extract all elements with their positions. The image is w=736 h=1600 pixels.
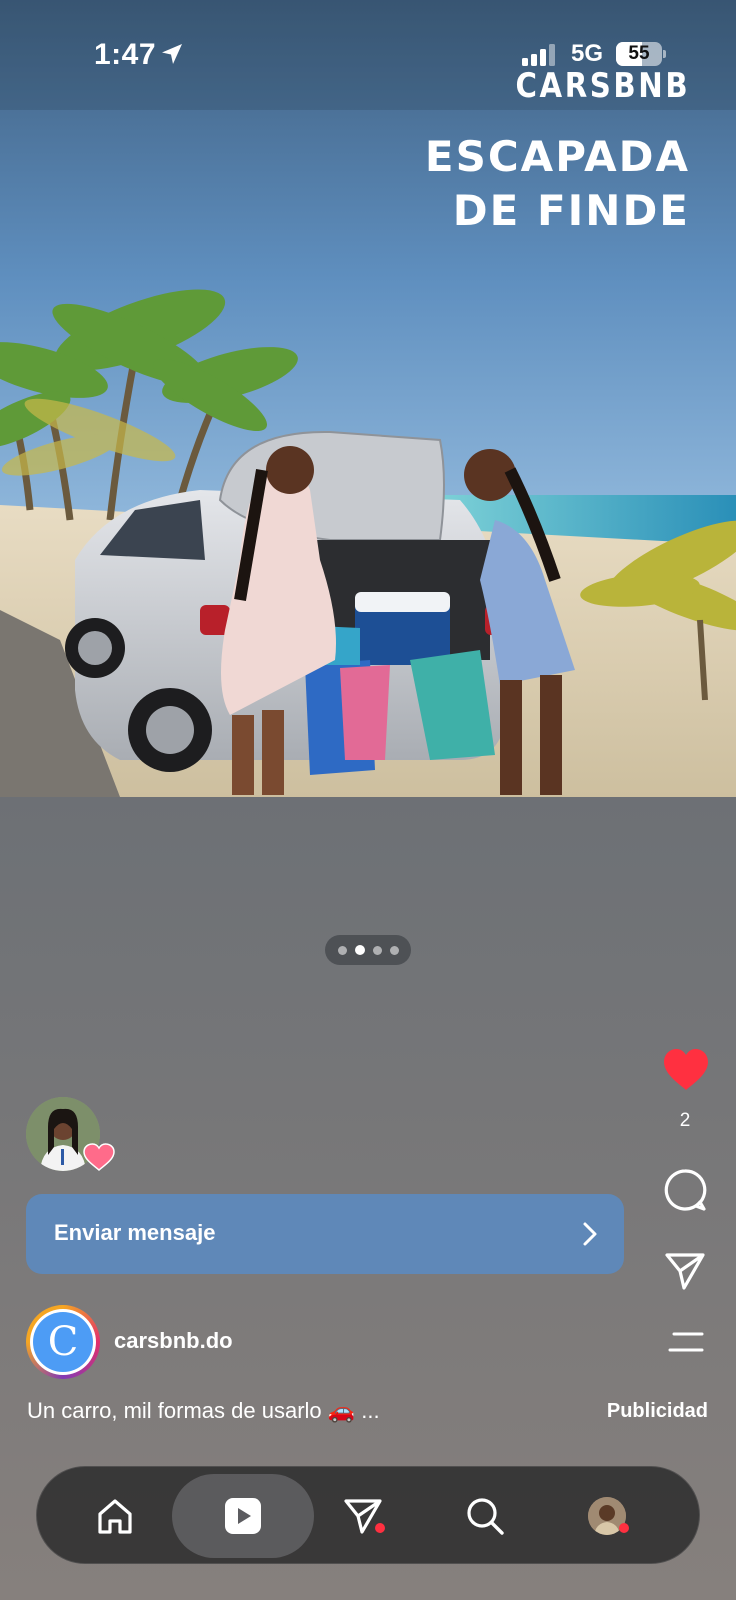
home-icon [98, 1499, 132, 1534]
comment-icon[interactable] [663, 1168, 707, 1212]
bottom-navigation [36, 1466, 700, 1564]
battery-icon: 55 [616, 42, 666, 66]
carsbnb-logo: C [33, 1312, 93, 1372]
more-options-icon[interactable] [666, 1330, 706, 1354]
notification-dot [619, 1523, 629, 1533]
share-paper-plane-icon[interactable] [664, 1250, 706, 1292]
carousel-indicator [325, 935, 411, 965]
chevron-right-icon [583, 1222, 597, 1246]
status-bar: 1:47 5G 55 [0, 0, 736, 80]
send-message-button[interactable]: Enviar mensaje [26, 1194, 624, 1274]
nav-profile[interactable] [577, 1467, 637, 1565]
post-caption[interactable]: Un carro, mil formas de usarlo 🚗 ... [27, 1398, 380, 1424]
ad-headline: ESCAPADA DE FINDE [425, 130, 690, 238]
sponsored-label: Publicidad [606, 1400, 708, 1422]
account-name[interactable]: carsbnb.do [114, 1328, 233, 1354]
cellular-signal-icon [522, 44, 555, 66]
ad-image[interactable]: CARSBNB ESCAPADA DE FINDE [0, 0, 736, 797]
carousel-dot-active [354, 945, 365, 955]
headline-line-1: ESCAPADA [424, 132, 690, 181]
battery-level: 55 [628, 43, 650, 64]
account-avatar[interactable]: C [26, 1305, 100, 1379]
reels-icon [225, 1498, 261, 1534]
carousel-dot [337, 945, 347, 955]
carousel-dot [389, 945, 399, 955]
heart-reaction-icon [83, 1143, 115, 1171]
notification-dot [375, 1523, 385, 1533]
beach-scene-illustration [0, 0, 736, 797]
nav-search[interactable] [455, 1467, 515, 1565]
network-type: 5G [571, 40, 604, 67]
like-count[interactable]: 2 [650, 1110, 720, 1132]
status-time: 1:47 [94, 38, 157, 71]
like-heart-icon[interactable] [662, 1048, 710, 1092]
search-icon [467, 1498, 504, 1535]
nav-home[interactable] [85, 1467, 145, 1565]
headline-line-2: DE FINDE [452, 186, 690, 235]
send-message-label: Enviar mensaje [54, 1220, 216, 1245]
nav-reels[interactable] [213, 1467, 273, 1565]
carousel-dot [372, 945, 382, 955]
logo-letter: C [47, 1319, 79, 1365]
nav-direct[interactable] [333, 1467, 393, 1565]
location-arrow-icon [162, 44, 182, 64]
